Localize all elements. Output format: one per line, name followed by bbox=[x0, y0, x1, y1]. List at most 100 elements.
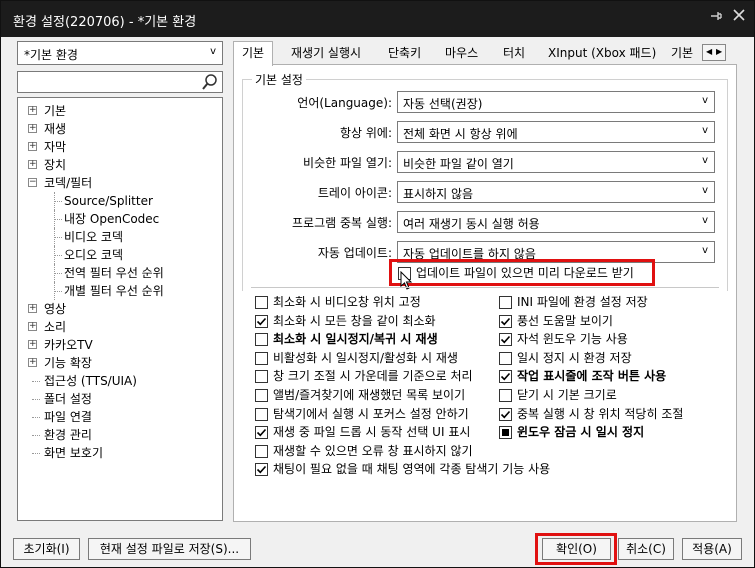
tab-basic[interactable]: 기본 bbox=[233, 41, 274, 66]
tree-item-label: 화면 보호기 bbox=[44, 446, 104, 460]
chevron-right-icon[interactable]: ▶ bbox=[716, 47, 722, 56]
expand-icon[interactable]: + bbox=[28, 142, 37, 151]
tree-item[interactable]: + 재생 bbox=[18, 120, 222, 138]
expand-icon[interactable]: + bbox=[28, 124, 37, 133]
checkbox-box[interactable] bbox=[499, 296, 512, 309]
checkbox-box[interactable] bbox=[255, 314, 268, 328]
checkbox-label: 윈도우 잠금 시 일시 정지 bbox=[517, 425, 645, 440]
profile-combo[interactable]: *기본 환경 v bbox=[17, 41, 223, 65]
tree-item[interactable]: + 장치 bbox=[18, 156, 222, 174]
tree-item-label: 비디오 코덱 bbox=[64, 230, 124, 244]
tree-line bbox=[32, 381, 40, 382]
checkbox-box[interactable] bbox=[499, 389, 512, 402]
setting-select[interactable]: 자동 선택(권장) v bbox=[397, 91, 715, 113]
tab-basic-more[interactable]: 기본 : bbox=[669, 43, 699, 65]
checkbox-label: 탐색기에서 실행 시 포커스 설정 안하기 bbox=[273, 406, 469, 421]
checkbox-label: 재생 중 파일 드롭 시 동작 선택 UI 표시 bbox=[273, 425, 471, 440]
expand-icon[interactable]: + bbox=[28, 340, 37, 349]
tree-item[interactable]: + 기본 bbox=[18, 102, 222, 120]
tree-item[interactable]: 환경 관리 bbox=[18, 426, 222, 444]
chevron-down-icon: v bbox=[702, 125, 708, 136]
expand-icon[interactable]: + bbox=[28, 322, 37, 331]
chevron-left-icon[interactable]: ◀ bbox=[706, 47, 712, 56]
checkbox-box[interactable] bbox=[255, 463, 268, 477]
tree-item[interactable]: 개별 필터 우선 순위 bbox=[18, 282, 222, 300]
checkbox-box[interactable] bbox=[255, 426, 268, 440]
settings-search-input[interactable] bbox=[17, 71, 223, 93]
tree-item[interactable]: + 소리 bbox=[18, 318, 222, 336]
expand-icon[interactable]: + bbox=[28, 160, 37, 169]
tree-item[interactable]: + 카카오TV bbox=[18, 336, 222, 354]
separator bbox=[251, 287, 719, 288]
setting-label: 프로그램 중복 실행: bbox=[292, 216, 392, 230]
tree-line bbox=[54, 237, 62, 238]
expand-icon[interactable]: + bbox=[28, 304, 37, 313]
expand-icon[interactable]: + bbox=[28, 358, 37, 367]
tree-line bbox=[32, 453, 40, 454]
checkbox-box[interactable] bbox=[255, 296, 268, 309]
tree-item[interactable]: 화면 보호기 bbox=[18, 444, 222, 462]
tree-item[interactable]: + 자막 bbox=[18, 138, 222, 156]
tree-item[interactable]: 내장 OpenCodec bbox=[18, 210, 222, 228]
checkbox-box[interactable] bbox=[255, 444, 268, 458]
tab-strip: 기본 재생기 실행시 단축키 마우스 터치 XInput (Xbox 패드) 기… bbox=[233, 41, 723, 66]
checkbox-label: 비활성화 시 일시정지/활성화 시 재생 bbox=[273, 350, 458, 365]
checkbox-box[interactable] bbox=[499, 351, 512, 365]
tree-item[interactable]: 전역 필터 우선 순위 bbox=[18, 264, 222, 282]
checkbox-box[interactable] bbox=[499, 407, 512, 421]
checkbox-box[interactable] bbox=[499, 333, 512, 347]
tree-item[interactable]: 오디오 코덱 bbox=[18, 246, 222, 264]
checkbox-box[interactable] bbox=[255, 351, 268, 365]
tree-item-label: 내장 OpenCodec bbox=[64, 212, 160, 226]
tab-xinput[interactable]: XInput (Xbox 패드) bbox=[546, 43, 658, 65]
checkbox-box[interactable] bbox=[255, 407, 268, 421]
setting-label: 비슷한 파일 열기: bbox=[303, 156, 392, 170]
setting-select[interactable]: 표시하지 않음 v bbox=[397, 181, 715, 203]
setting-select-value: 여러 재생기 동시 실행 허용 bbox=[403, 217, 540, 231]
tree-item[interactable]: 접근성 (TTS/UIA) bbox=[18, 372, 222, 390]
title-bar[interactable]: 환경 설정(220706) - *기본 환경 bbox=[1, 1, 754, 37]
collapse-icon[interactable]: − bbox=[28, 178, 37, 187]
mouse-cursor-icon bbox=[400, 271, 413, 290]
close-icon[interactable] bbox=[733, 9, 745, 25]
search-icon[interactable] bbox=[201, 73, 219, 91]
checkbox-box[interactable] bbox=[255, 389, 268, 402]
reset-button[interactable]: 초기화(I) bbox=[13, 538, 80, 560]
checkbox-label: 중복 실행 시 창 위치 적당히 조절 bbox=[517, 406, 684, 421]
highlight-ok-button bbox=[535, 533, 617, 565]
checkbox-box[interactable] bbox=[255, 370, 268, 384]
setting-select-value: 자동 선택(권장) bbox=[403, 97, 483, 111]
tree-item[interactable]: + 영상 bbox=[18, 300, 222, 318]
checkbox-box[interactable] bbox=[499, 426, 512, 440]
checkbox-box[interactable] bbox=[255, 333, 268, 347]
highlight-update-prefetch bbox=[389, 259, 655, 286]
checkbox-box[interactable] bbox=[499, 370, 512, 384]
cancel-button[interactable]: 취소(C) bbox=[618, 538, 674, 560]
tab-scroll-buttons[interactable]: ◀ ▶ bbox=[702, 44, 726, 61]
pin-icon[interactable] bbox=[709, 9, 723, 27]
tree-item[interactable]: 폴더 설정 bbox=[18, 390, 222, 408]
save-settings-file-button[interactable]: 현재 설정 파일로 저장(S)... bbox=[88, 538, 251, 560]
tree-item[interactable]: Source/Splitter bbox=[18, 192, 222, 210]
tree-item[interactable]: 파일 연결 bbox=[18, 408, 222, 426]
setting-select[interactable]: 여러 재생기 동시 실행 허용 v bbox=[397, 211, 715, 233]
tab-touch[interactable]: 터치 bbox=[501, 43, 527, 65]
settings-tree[interactable]: + 기본 + 재생 + 자막 + 장치 − 코덱/필터 Source/Splitter 내장 Open… bbox=[17, 97, 223, 521]
checkbox-label: 재생할 수 있으면 오류 창 표시하지 않기 bbox=[273, 443, 473, 458]
tree-item-label: 코덱/필터 bbox=[44, 176, 93, 190]
setting-select[interactable]: 비슷한 파일 같이 열기 v bbox=[397, 151, 715, 173]
checkbox-box[interactable] bbox=[499, 314, 512, 328]
chevron-down-icon: v bbox=[702, 95, 708, 106]
tree-item-label: 폴더 설정 bbox=[44, 392, 92, 406]
setting-label: 트레이 아이콘: bbox=[317, 186, 392, 200]
apply-button[interactable]: 적용(A) bbox=[682, 538, 742, 560]
tab-player-launch[interactable]: 재생기 실행시 bbox=[289, 43, 363, 65]
setting-select[interactable]: 전체 화면 시 항상 위에 v bbox=[397, 121, 715, 143]
tree-item[interactable]: 비디오 코덱 bbox=[18, 228, 222, 246]
tree-item[interactable]: − 코덱/필터 bbox=[18, 174, 222, 192]
tree-item[interactable]: + 기능 확장 bbox=[18, 354, 222, 372]
chevron-down-icon: v bbox=[702, 155, 708, 166]
expand-icon[interactable]: + bbox=[28, 106, 37, 115]
tab-shortcuts[interactable]: 단축키 bbox=[386, 43, 423, 65]
tab-mouse[interactable]: 마우스 bbox=[443, 43, 480, 65]
